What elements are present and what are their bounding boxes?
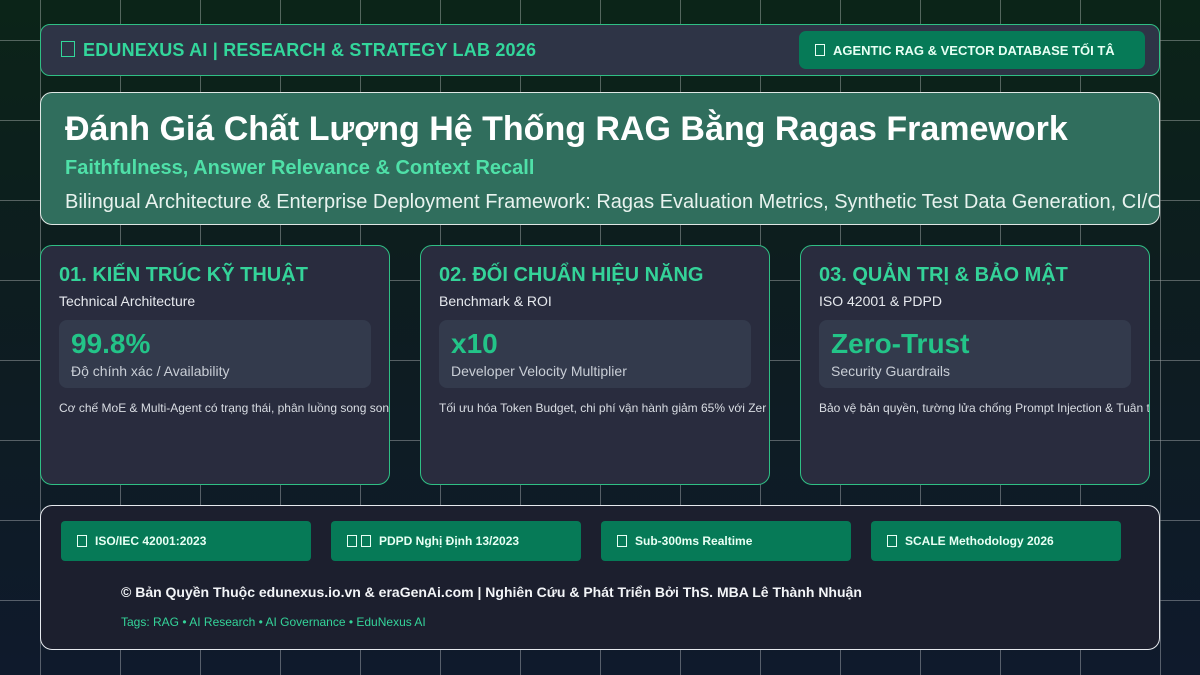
page-title: Đánh Giá Chất Lượng Hệ Thống RAG Bằng Ra… xyxy=(65,110,1068,148)
box-icon xyxy=(347,535,357,547)
metric-value: Zero-Trust xyxy=(831,328,970,359)
card-title: 03. QUẢN TRỊ & BẢO MẬT xyxy=(819,264,1068,286)
card-note: Bảo vệ bản quyền, tường lửa chống Prompt… xyxy=(819,401,1150,415)
box-icon xyxy=(61,40,75,57)
metric-label: Độ chính xác / Availability xyxy=(71,363,230,379)
footer-panel: ISO/IEC 42001:2023 PDPD Nghị Định 13/202… xyxy=(40,505,1160,650)
card-benchmark-roi: 02. ĐỐI CHUẨN HIỆU NĂNG Benchmark & ROI … xyxy=(420,245,770,485)
page-subtitle: Faithfulness, Answer Relevance & Context… xyxy=(65,157,535,179)
badge-row: ISO/IEC 42001:2023 PDPD Nghị Định 13/202… xyxy=(61,521,1121,561)
badge-realtime[interactable]: Sub-300ms Realtime xyxy=(601,521,851,561)
card-governance-security: 03. QUẢN TRỊ & BẢO MẬT ISO 42001 & PDPD … xyxy=(800,245,1150,485)
card-title: 02. ĐỐI CHUẨN HIỆU NĂNG xyxy=(439,264,704,286)
badge-label: PDPD Nghị Định 13/2023 xyxy=(379,534,520,548)
brand-label: EDUNEXUS AI | RESEARCH & STRATEGY LAB 20… xyxy=(83,39,537,60)
badge-label: Sub-300ms Realtime xyxy=(635,534,753,548)
badge-label: ISO/IEC 42001:2023 xyxy=(95,534,207,548)
copyright-text: © Bản Quyền Thuộc edunexus.io.vn & eraGe… xyxy=(121,584,862,600)
box-icon xyxy=(617,535,627,547)
card-note: Tối ưu hóa Token Budget, chi phí vận hàn… xyxy=(439,401,767,415)
page-description: Bilingual Architecture & Enterprise Depl… xyxy=(65,191,1160,213)
box-icon xyxy=(361,535,371,547)
badge-pdpd[interactable]: PDPD Nghị Định 13/2023 xyxy=(331,521,581,561)
topic-tag-pill[interactable]: AGENTIC RAG & VECTOR DATABASE TỐI TÂ xyxy=(799,31,1145,69)
box-icon xyxy=(77,535,87,547)
top-header-bar: EDUNEXUS AI | RESEARCH & STRATEGY LAB 20… xyxy=(40,24,1160,76)
box-icon xyxy=(887,535,897,547)
card-note: Cơ chế MoE & Multi-Agent có trạng thái, … xyxy=(59,401,390,415)
metric-value: x10 xyxy=(451,328,498,359)
metric-box: 99.8% Độ chính xác / Availability xyxy=(59,320,371,388)
topic-tag-label: AGENTIC RAG & VECTOR DATABASE TỐI TÂ xyxy=(833,42,1115,58)
badge-iso-42001[interactable]: ISO/IEC 42001:2023 xyxy=(61,521,311,561)
metric-box: Zero-Trust Security Guardrails xyxy=(819,320,1131,388)
badge-scale-methodology[interactable]: SCALE Methodology 2026 xyxy=(871,521,1121,561)
hero-panel: Đánh Giá Chất Lượng Hệ Thống RAG Bằng Ra… xyxy=(40,92,1160,225)
metric-label: Security Guardrails xyxy=(831,363,951,379)
badge-label: SCALE Methodology 2026 xyxy=(905,534,1054,548)
card-subtitle: ISO 42001 & PDPD xyxy=(819,293,942,309)
metric-label: Developer Velocity Multiplier xyxy=(451,363,627,379)
card-subtitle: Technical Architecture xyxy=(59,293,196,309)
metric-value: 99.8% xyxy=(71,328,151,359)
tags-line[interactable]: Tags: RAG • AI Research • AI Governance … xyxy=(121,615,426,629)
card-subtitle: Benchmark & ROI xyxy=(439,293,552,309)
box-icon xyxy=(815,44,825,56)
card-title: 01. KIẾN TRÚC KỸ THUẬT xyxy=(59,264,308,286)
card-technical-architecture: 01. KIẾN TRÚC KỸ THUẬT Technical Archite… xyxy=(40,245,390,485)
metric-box: x10 Developer Velocity Multiplier xyxy=(439,320,751,388)
brand-title[interactable]: EDUNEXUS AI | RESEARCH & STRATEGY LAB 20… xyxy=(61,40,536,61)
